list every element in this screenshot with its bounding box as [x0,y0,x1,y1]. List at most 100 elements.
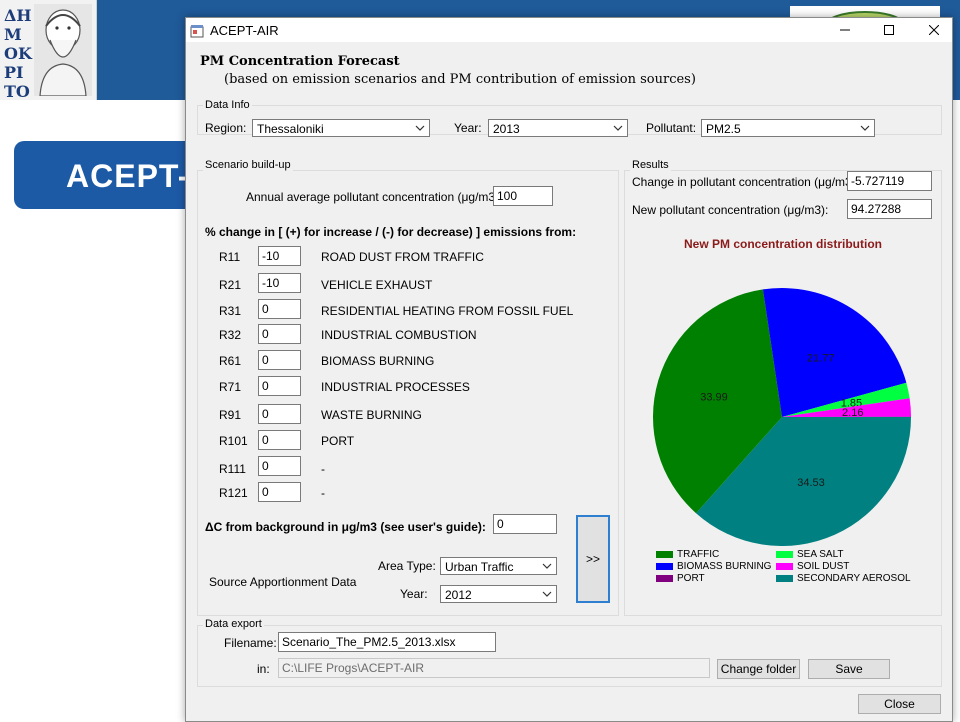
source-name: - [321,462,325,476]
emission-change-value: 0 [262,433,269,447]
save-button[interactable]: Save [808,659,890,679]
pie-chart: 34.5333.9921.771.852.16 [631,256,935,546]
pollutant-select[interactable]: PM2.5 [701,119,875,137]
minimize-button[interactable] [822,18,868,42]
source-name: ROAD DUST FROM TRAFFIC [321,250,484,264]
row-code: R32 [219,328,241,342]
folder-path-value: C:\LIFE Progs\ACEPT-AIR [282,661,424,675]
legend-label: SOIL DUST [797,561,849,572]
annual-concentration-label: Annual average pollutant concentration (… [246,190,502,204]
pollutant-label: Pollutant: [646,121,696,135]
legend-swatch [656,575,673,582]
source-name: WASTE BURNING [321,408,422,422]
logo-text: ΔΗΜΟΚΡΙΤΟΣ [4,6,32,100]
emission-change-input[interactable]: 0 [258,350,301,370]
legend-item-secondary-aerosol: SECONDARY AEROSOL [776,573,911,584]
emission-change-input[interactable]: -10 [258,246,301,266]
change-folder-button[interactable]: Change folder [717,659,800,679]
emission-change-value: -10 [262,249,279,263]
year-value: 2013 [493,122,520,136]
emission-change-value: 0 [262,459,269,473]
emission-change-input[interactable]: 0 [258,456,301,476]
annual-concentration-input[interactable]: 100 [493,186,553,206]
legend-swatch [776,551,793,558]
pie-label-secondary-aerosol: 34.53 [797,477,825,489]
maximize-icon [884,25,894,35]
legend-item-traffic: TRAFFIC [656,549,719,560]
sa-year-select[interactable]: 2012 [440,585,557,603]
legend-item-sea-salt: SEA SALT [776,549,844,560]
emission-change-input[interactable]: 0 [258,376,301,396]
legend-swatch [656,551,673,558]
row-code: R21 [219,278,241,292]
new-concentration-label: New pollutant concentration (μg/m3): [632,203,828,217]
emission-change-input[interactable]: 0 [258,324,301,344]
emission-change-heading: % change in [ (+) for increase / (-) for… [205,225,576,239]
page-subtitle: (based on emission scenarios and PM cont… [224,72,696,87]
data-info-label: Data Info [203,99,252,111]
pollutant-value: PM2.5 [706,122,741,136]
annual-concentration-value: 100 [497,189,517,203]
legend-label: SECONDARY AEROSOL [797,573,911,584]
row-code: R91 [219,408,241,422]
emission-change-input[interactable]: 0 [258,482,301,502]
filename-value: Scenario_The_PM2.5_2013.xlsx [282,635,455,649]
emission-change-input[interactable]: -10 [258,273,301,293]
maximize-button[interactable] [866,18,912,42]
new-concentration-output[interactable]: 94.27288 [847,199,932,219]
row-code: R31 [219,304,241,318]
chevron-down-icon [860,123,870,133]
legend-item-biomass-burning: BIOMASS BURNING [656,561,771,572]
legend-label: SEA SALT [797,549,844,560]
app-icon [190,24,204,38]
chevron-down-icon [542,561,552,571]
legend-swatch [776,575,793,582]
background-delta-input[interactable]: 0 [493,514,557,534]
sa-year-label: Year: [400,587,428,601]
background-delta-value: 0 [497,517,504,531]
year-select[interactable]: 2013 [488,119,628,137]
folder-label: in: [257,662,270,676]
legend-swatch [656,563,673,570]
emission-change-value: 0 [262,353,269,367]
filename-input[interactable]: Scenario_The_PM2.5_2013.xlsx [278,632,496,652]
change-concentration-output[interactable]: -5.727119 [847,171,932,191]
source-name: VEHICLE EXHAUST [321,278,432,292]
minimize-icon [840,25,850,35]
close-window-button[interactable] [911,18,957,42]
area-type-label: Area Type: [378,559,436,573]
results-label: Results [630,159,671,171]
folder-path-input[interactable]: C:\LIFE Progs\ACEPT-AIR [278,658,710,678]
area-type-value: Urban Traffic [445,560,513,574]
emission-change-value: -10 [262,276,279,290]
row-code: R61 [219,354,241,368]
legend-label: PORT [677,573,705,584]
legend-item-soil-dust: SOIL DUST [776,561,849,572]
title-bar[interactable]: ACEPT-AIR [186,18,952,42]
background-delta-label: ΔC from background in μg/m3 (see user's … [205,520,486,534]
region-value: Thessaloniki [257,122,324,136]
source-name: INDUSTRIAL PROCESSES [321,380,470,394]
compute-button[interactable]: >> [576,515,610,603]
legend-swatch [776,563,793,570]
data-export-label: Data export [203,618,264,630]
close-button[interactable]: Close [858,694,941,714]
legend-label: BIOMASS BURNING [677,561,771,572]
new-concentration-value: 94.27288 [851,202,901,216]
emission-change-input[interactable]: 0 [258,404,301,424]
area-type-select[interactable]: Urban Traffic [440,557,557,575]
emission-change-input[interactable]: 0 [258,430,301,450]
row-code: R101 [219,434,248,448]
source-apportionment-label: Source Apportionment Data [209,575,356,589]
emission-change-value: 0 [262,302,269,316]
window-title: ACEPT-AIR [210,23,279,38]
year-label: Year: [454,121,482,135]
region-select[interactable]: Thessaloniki [252,119,430,137]
source-name: INDUSTRIAL COMBUSTION [321,328,477,342]
row-code: R121 [219,486,248,500]
filename-label: Filename: [224,636,277,650]
bust-image [34,4,92,96]
close-icon [929,25,939,35]
emission-change-value: 0 [262,407,269,421]
emission-change-input[interactable]: 0 [258,299,301,319]
